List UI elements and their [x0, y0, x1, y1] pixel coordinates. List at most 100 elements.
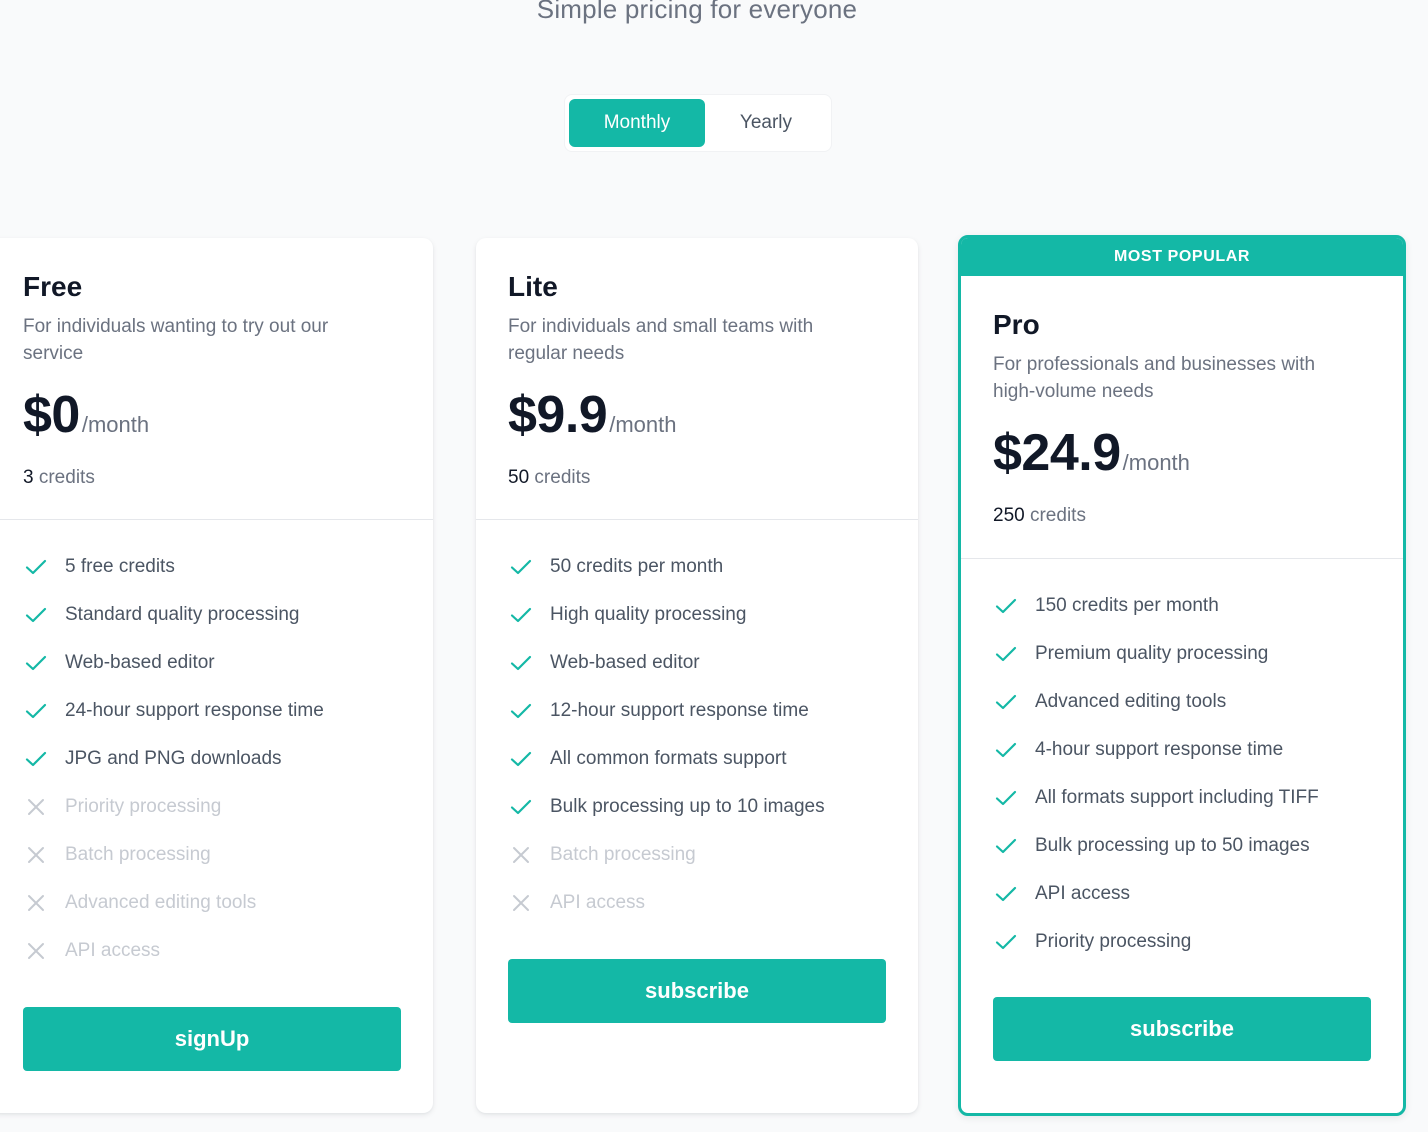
- feature-text: API access: [550, 892, 646, 913]
- feature-item: Advanced editing tools: [23, 890, 433, 938]
- feature-item: 24-hour support response time: [23, 698, 433, 746]
- feature-item: Batch processing: [23, 842, 433, 890]
- check-icon: [508, 650, 534, 676]
- plan-description: For individuals and small teams with reg…: [508, 315, 814, 364]
- feature-text: Bulk processing up to 10 images: [550, 796, 825, 817]
- plan-header: Lite For individuals and small teams wit…: [476, 238, 918, 520]
- feature-text: 5 free credits: [65, 556, 175, 577]
- billing-yearly-button[interactable]: Yearly: [704, 99, 827, 147]
- price-period: /month: [609, 411, 677, 437]
- feature-item: 50 credits per month: [508, 554, 918, 602]
- feature-text: API access: [1035, 883, 1131, 904]
- plan-description: For individuals wanting to try out our s…: [23, 315, 329, 364]
- feature-item: High quality processing: [508, 602, 918, 650]
- pricing-page: Simple pricing for everyone Monthly Year…: [0, 0, 1428, 1132]
- feature-text: 12-hour support response time: [550, 700, 809, 721]
- feature-list: 50 credits per month High quality process…: [476, 520, 918, 938]
- x-icon: [23, 794, 49, 820]
- feature-item: 150 credits per month: [993, 593, 1403, 641]
- x-icon: [508, 842, 534, 868]
- plan-price: $9.9: [508, 385, 608, 444]
- price-period: /month: [81, 411, 150, 437]
- check-icon: [993, 641, 1019, 667]
- check-icon: [508, 746, 534, 772]
- check-icon: [23, 650, 49, 676]
- check-icon: [993, 833, 1019, 859]
- check-icon: [993, 689, 1019, 715]
- plan-description: For professionals and businesses with hi…: [993, 353, 1316, 402]
- feature-text: All formats support including TIFF: [1035, 787, 1319, 808]
- plan-credits: 250 credits: [993, 505, 1403, 527]
- feature-list: 5 free credits Standard quality processin…: [0, 520, 433, 986]
- feature-item: Batch processing: [508, 842, 918, 890]
- feature-item: Standard quality processing: [23, 602, 433, 650]
- feature-item: Web-based editor: [508, 650, 918, 698]
- feature-text: Premium quality processing: [1035, 643, 1269, 664]
- feature-item: API access: [993, 881, 1403, 929]
- feature-text: Web-based editor: [65, 652, 215, 673]
- feature-item: All common formats support: [508, 746, 918, 794]
- feature-text: Batch processing: [550, 844, 696, 865]
- plan-header: Free For individuals wanting to try out …: [0, 238, 433, 520]
- feature-text: Advanced editing tools: [65, 892, 257, 913]
- subscribe-lite-button[interactable]: subscribe: [508, 959, 886, 1023]
- check-icon: [508, 698, 534, 724]
- feature-list: 150 credits per month Premium quality pro…: [961, 559, 1403, 977]
- feature-item: Bulk processing up to 10 images: [508, 794, 918, 842]
- feature-item: API access: [508, 890, 918, 938]
- feature-text: 150 credits per month: [1035, 595, 1219, 616]
- feature-item: 12-hour support response time: [508, 698, 918, 746]
- feature-item: 5 free credits: [23, 554, 433, 602]
- feature-text: Priority processing: [65, 796, 222, 817]
- check-icon: [993, 737, 1019, 763]
- feature-text: Advanced editing tools: [1035, 691, 1227, 712]
- feature-item: Web-based editor: [23, 650, 433, 698]
- check-icon: [23, 698, 49, 724]
- price-row: $24.9 /month: [993, 427, 1403, 479]
- credits-label: credits: [1029, 504, 1086, 526]
- credits-label: credits: [38, 466, 95, 488]
- billing-monthly-button[interactable]: Monthly: [569, 99, 705, 147]
- billing-toggle: Monthly Yearly: [564, 94, 832, 152]
- most-popular-badge: MOST POPULAR: [961, 238, 1403, 276]
- check-icon: [993, 593, 1019, 619]
- feature-text: JPG and PNG downloads: [65, 748, 282, 769]
- subscribe-pro-button[interactable]: subscribe: [993, 997, 1371, 1061]
- feature-text: High quality processing: [550, 604, 747, 625]
- check-icon: [23, 746, 49, 772]
- feature-item: Priority processing: [993, 929, 1403, 977]
- check-icon: [993, 785, 1019, 811]
- check-icon: [993, 929, 1019, 955]
- price-row: $0 /month: [23, 389, 433, 441]
- plan-price: $0: [23, 385, 80, 444]
- feature-item: API access: [23, 938, 433, 986]
- x-icon: [23, 842, 49, 868]
- check-icon: [993, 881, 1019, 907]
- feature-item: Bulk processing up to 50 images: [993, 833, 1403, 881]
- plan-card-lite: Lite For individuals and small teams wit…: [476, 238, 918, 1113]
- feature-item: All formats support including TIFF: [993, 785, 1403, 833]
- credits-number: 50: [508, 466, 530, 488]
- feature-text: 50 credits per month: [550, 556, 724, 577]
- credits-number: 3: [23, 466, 34, 488]
- feature-text: 4-hour support response time: [1035, 739, 1284, 760]
- x-icon: [23, 890, 49, 916]
- feature-text: All common formats support: [550, 748, 787, 769]
- feature-text: Bulk processing up to 50 images: [1035, 835, 1310, 856]
- feature-item: Advanced editing tools: [993, 689, 1403, 737]
- x-icon: [508, 890, 534, 916]
- check-icon: [23, 554, 49, 580]
- plan-card-pro: MOST POPULAR Pro For professionals and b…: [958, 235, 1406, 1116]
- signup-button[interactable]: signUp: [23, 1007, 401, 1071]
- plan-name: Pro: [993, 309, 1040, 340]
- page-subtitle: Simple pricing for everyone: [536, 0, 858, 24]
- price-period: /month: [1122, 449, 1190, 475]
- feature-text: 24-hour support response time: [65, 700, 324, 721]
- credits-label: credits: [534, 466, 591, 488]
- feature-item: 4-hour support response time: [993, 737, 1403, 785]
- plan-name: Lite: [508, 271, 558, 302]
- feature-text: Standard quality processing: [65, 604, 300, 625]
- feature-text: Web-based editor: [550, 652, 700, 673]
- feature-text: API access: [65, 940, 161, 961]
- feature-item: Priority processing: [23, 794, 433, 842]
